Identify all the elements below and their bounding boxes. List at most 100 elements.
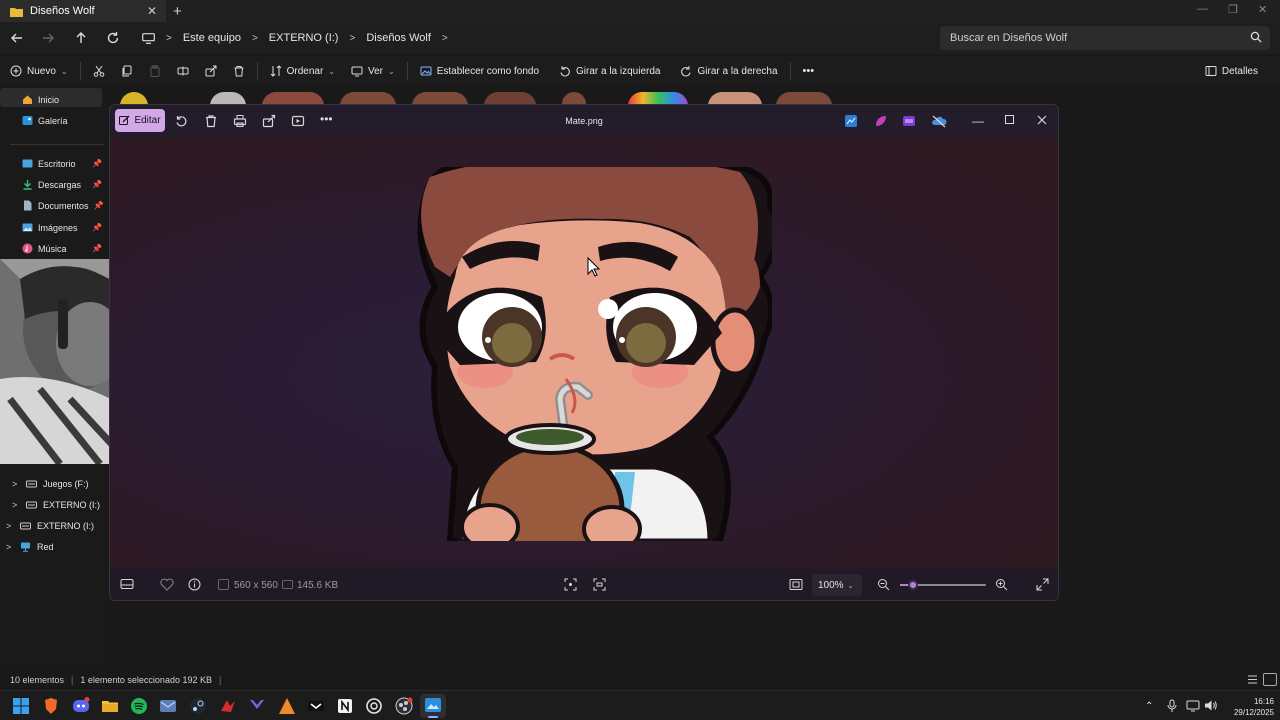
home-icon <box>22 94 33 105</box>
sidebar-item-imagenes[interactable]: Imágenes 📌 <box>22 222 106 233</box>
delete-button[interactable] <box>225 60 253 82</box>
maximize-icon[interactable] <box>1004 114 1018 128</box>
details-button[interactable]: Detalles <box>1197 60 1266 82</box>
photo-app-icon[interactable] <box>844 114 858 128</box>
image-canvas[interactable] <box>110 137 1058 567</box>
paste-button[interactable] <box>141 60 169 82</box>
chevron-up-icon[interactable]: ⌃ <box>1145 701 1153 712</box>
breadcrumb-este-equipo[interactable]: Este equipo <box>183 32 241 44</box>
volume-icon[interactable] <box>1204 699 1218 712</box>
refresh-icon[interactable] <box>105 30 123 46</box>
microphone-icon[interactable] <box>1166 699 1178 713</box>
actual-size-icon[interactable] <box>789 578 803 591</box>
tree-item-externo-selected[interactable]: > EXTERNO (I:) <box>12 500 100 510</box>
tree-item-red[interactable]: > Red <box>6 542 54 552</box>
tab-disenos-wolf[interactable]: Diseños Wolf ✕ <box>0 0 166 22</box>
chevron-right-icon[interactable]: > <box>12 479 20 489</box>
fit-to-screen-icon[interactable] <box>564 578 577 591</box>
close-icon[interactable] <box>1036 114 1050 128</box>
system-clock[interactable]: 16:16 29/12/2025 <box>1224 696 1274 718</box>
restore-icon[interactable]: ❐ <box>1228 3 1238 16</box>
crop-icon[interactable] <box>593 578 606 591</box>
windows-start-icon[interactable] <box>12 697 30 715</box>
copy-button[interactable] <box>113 60 141 82</box>
share-icon <box>205 65 217 77</box>
search-input[interactable]: Buscar en Diseños Wolf <box>940 26 1270 50</box>
minimize-icon[interactable]: — <box>972 114 986 128</box>
divider <box>79 62 81 80</box>
obs-studio-icon[interactable] <box>395 697 413 715</box>
music-icon <box>22 243 33 254</box>
address-bar[interactable]: > Este equipo > EXTERNO (I:) > Diseños W… <box>134 26 932 50</box>
file-explorer-icon[interactable] <box>101 697 119 715</box>
more-options-button[interactable]: ••• <box>795 60 823 82</box>
sidebar-item-escritorio[interactable]: Escritorio 📌 <box>22 158 106 169</box>
favorite-icon[interactable] <box>160 578 174 591</box>
sidebar-item-descargas[interactable]: Descargas 📌 <box>22 179 106 190</box>
zoom-slider[interactable] <box>900 580 986 590</box>
chevron-right-icon[interactable]: > <box>442 33 448 44</box>
sidebar-item-label: Galería <box>38 115 68 126</box>
photos-app-icon-active[interactable] <box>420 694 446 718</box>
sidebar-item-galeria[interactable]: Galería <box>22 115 106 126</box>
sidebar-item-musica[interactable]: Música 📌 <box>22 243 106 254</box>
notion-icon[interactable] <box>336 697 354 715</box>
sidebar-item-documentos[interactable]: Documentos 📌 <box>22 200 106 211</box>
chevron-right-icon[interactable]: > <box>6 521 14 531</box>
onedrive-off-icon[interactable] <box>931 114 947 128</box>
filmstrip-icon[interactable] <box>120 578 134 590</box>
mail-app-icon[interactable] <box>159 697 177 715</box>
large-icons-view-icon[interactable] <box>1263 673 1277 686</box>
cut-button[interactable] <box>85 60 113 82</box>
app-icon-orange[interactable] <box>278 697 296 715</box>
network-status-icon[interactable] <box>1186 699 1200 712</box>
msi-afterburner-icon[interactable] <box>219 697 237 715</box>
share-button[interactable] <box>197 60 225 82</box>
minimize-icon[interactable]: — <box>1197 3 1208 15</box>
new-button[interactable]: Nuevo ⌄ <box>0 60 76 82</box>
zoom-in-icon[interactable] <box>995 578 1008 591</box>
back-icon[interactable] <box>9 30 27 46</box>
new-tab-button[interactable]: + <box>173 3 182 20</box>
rotate-left-button[interactable]: Girar a la izquierda <box>551 60 668 82</box>
clipchamp-icon[interactable] <box>902 114 916 128</box>
rotate-right-icon <box>680 65 692 77</box>
chevron-right-icon[interactable]: > <box>12 500 20 510</box>
spotify-icon[interactable] <box>130 697 148 715</box>
rotate-right-button[interactable]: Girar a la derecha <box>672 60 785 82</box>
breadcrumb-disenos-wolf[interactable]: Diseños Wolf <box>366 32 431 44</box>
steam-icon[interactable] <box>189 697 207 715</box>
forward-icon[interactable] <box>40 30 58 46</box>
tree-item-label: EXTERNO (I:) <box>43 500 101 510</box>
close-tab-icon[interactable]: ✕ <box>147 4 157 18</box>
launcher-icon[interactable] <box>248 697 266 715</box>
explorer-status-bar: 10 elementos | 1 elemento seleccionado 1… <box>10 675 221 685</box>
set-background-button[interactable]: Establecer como fondo <box>412 60 547 82</box>
designer-icon[interactable] <box>874 114 888 128</box>
file-size: 145.6 KB <box>297 580 339 591</box>
set-background-label: Establecer como fondo <box>436 65 539 77</box>
discord-icon[interactable] <box>72 697 90 715</box>
chevron-right-icon[interactable]: > <box>6 542 14 552</box>
sort-icon <box>270 65 282 77</box>
zoom-level-dropdown[interactable]: 100% ⌄ <box>812 574 862 596</box>
tree-item-externo[interactable]: > EXTERNO (I:) <box>6 521 94 531</box>
photos-viewer-window: Editar ••• Mate.png — 560 x 560 145.6 KB… <box>109 104 1059 601</box>
chatgpt-icon[interactable] <box>365 697 383 715</box>
fullscreen-icon[interactable] <box>1036 578 1049 591</box>
zoom-slider-thumb[interactable] <box>907 580 918 590</box>
zoom-out-icon[interactable] <box>877 578 890 591</box>
capcut-icon[interactable] <box>307 697 325 715</box>
rename-button[interactable] <box>169 60 197 82</box>
sort-button[interactable]: Ordenar ⌄ <box>262 60 343 82</box>
info-icon[interactable] <box>188 578 201 591</box>
tree-item-juegos[interactable]: > Juegos (F:) <box>12 479 89 489</box>
brave-browser-icon[interactable] <box>42 697 60 715</box>
sidebar-item-inicio[interactable]: Inicio <box>22 94 106 105</box>
view-button[interactable]: Ver ⌄ <box>343 60 403 82</box>
close-window-icon[interactable]: ✕ <box>1258 3 1267 16</box>
up-icon[interactable] <box>73 30 91 46</box>
dimensions-icon <box>218 579 229 590</box>
details-view-icon[interactable] <box>1247 674 1258 685</box>
breadcrumb-externo[interactable]: EXTERNO (I:) <box>269 32 339 44</box>
